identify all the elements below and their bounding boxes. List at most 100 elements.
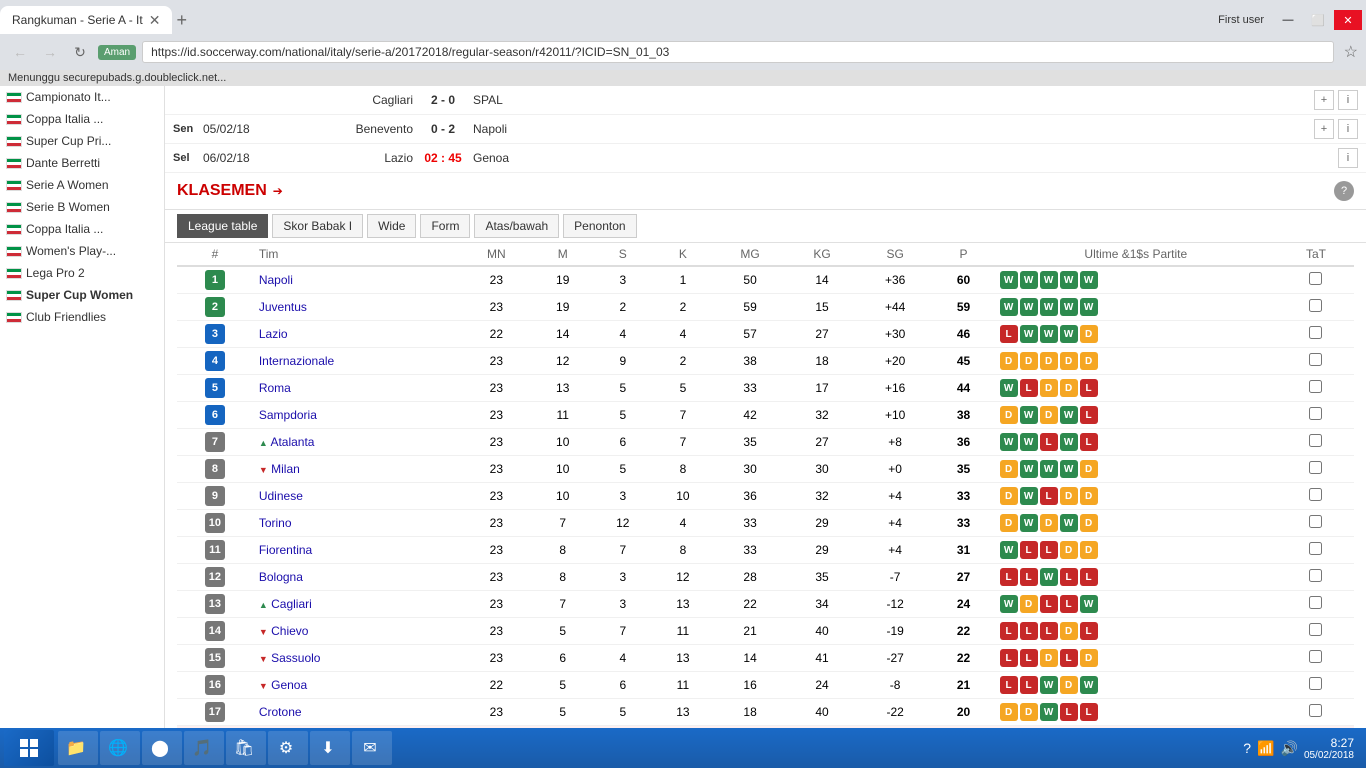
table-row[interactable]: 9 Udinese 23 10 3 10 36 32 +4 33 DWLDD [177,483,1354,510]
restore-button[interactable]: ⬜ [1304,10,1332,30]
table-row[interactable]: 17 Crotone 23 5 5 13 18 40 -22 20 DDWLL [177,699,1354,726]
browser-tab[interactable]: Rangkuman - Serie A - It ✕ [0,6,172,34]
tat-checkbox[interactable] [1309,434,1322,447]
klasemen-arrow-icon: ➔ [273,184,283,198]
match-actions: + i [1314,119,1358,139]
taskbar-item-file-explorer[interactable]: 📁 [58,731,98,765]
taskbar-item-settings[interactable]: ⚙ [268,731,308,765]
tab-close-icon[interactable]: ✕ [149,12,161,29]
sidebar-item-super-cup-women[interactable]: Super Cup Women [0,284,164,306]
table-row[interactable]: 3 Lazio 22 14 4 4 57 27 +30 46 LWWWD [177,321,1354,348]
tab-penonton[interactable]: Penonton [563,214,636,238]
tat-checkbox[interactable] [1309,677,1322,690]
tat-checkbox[interactable] [1309,461,1322,474]
team-link[interactable]: Sampdoria [259,408,317,422]
sidebar-item-womens-play[interactable]: Women's Play-... [0,240,164,262]
team-link[interactable]: Juventus [259,300,307,314]
table-row[interactable]: 1 Napoli 23 19 3 1 50 14 +36 60 WWWWW [177,266,1354,294]
table-row[interactable]: 8 ▼ Milan 23 10 5 8 30 30 +0 35 DWWWD [177,456,1354,483]
add-match-button[interactable]: + [1314,119,1334,139]
team-link[interactable]: Crotone [259,705,302,719]
taskbar-item-store[interactable]: 🛍 [226,731,266,765]
table-row[interactable]: 16 ▼ Genoa 22 5 6 11 16 24 -8 21 LLWDW [177,672,1354,699]
p-cell: 44 [933,375,993,402]
sidebar-item-coppa2[interactable]: Coppa Italia ... [0,218,164,240]
sidebar-item-serie-b-women[interactable]: Serie B Women [0,196,164,218]
sidebar-item-lega-pro[interactable]: Lega Pro 2 [0,262,164,284]
taskbar-item-torrent[interactable]: ⬇ [310,731,350,765]
team-link[interactable]: Chievo [271,624,308,638]
tat-checkbox[interactable] [1309,569,1322,582]
table-row[interactable]: 6 Sampdoria 23 11 5 7 42 32 +10 38 DWDWL [177,402,1354,429]
team-link[interactable]: Cagliari [271,597,312,611]
close-button[interactable]: ✕ [1334,10,1362,30]
tab-atas-bawah[interactable]: Atas/bawah [474,214,559,238]
minimize-button[interactable]: — [1274,10,1302,30]
table-row[interactable]: 7 ▲ Atalanta 23 10 6 7 35 27 +8 36 WWLWL [177,429,1354,456]
tat-checkbox[interactable] [1309,488,1322,501]
sg-cell: +4 [857,537,934,564]
s-cell: 5 [593,375,653,402]
table-row[interactable]: 2 Juventus 23 19 2 2 59 15 +44 59 WWWWW [177,294,1354,321]
table-row[interactable]: 14 ▼ Chievo 23 5 7 11 21 40 -19 22 LLLDL [177,618,1354,645]
team-link[interactable]: Fiorentina [259,543,312,557]
sidebar-item-supercup-pri[interactable]: Super Cup Pri... [0,130,164,152]
team-link[interactable]: Udinese [259,489,303,503]
table-row[interactable]: 12 Bologna 23 8 3 12 28 35 -7 27 LLWLL [177,564,1354,591]
forward-button[interactable]: → [38,40,62,64]
help-button[interactable]: ? [1334,181,1354,201]
info-match-button[interactable]: i [1338,90,1358,110]
tab-wide[interactable]: Wide [367,214,416,238]
sidebar-item-club-friendlies[interactable]: Club Friendlies [0,306,164,328]
new-tab-icon[interactable]: + [176,10,187,31]
team-link[interactable]: Atalanta [270,435,314,449]
tat-checkbox[interactable] [1309,299,1322,312]
taskbar-item-ie[interactable]: 🌐 [100,731,140,765]
table-row[interactable]: 5 Roma 23 13 5 5 33 17 +16 44 WLDDL [177,375,1354,402]
start-button[interactable] [4,730,54,766]
tat-checkbox[interactable] [1309,326,1322,339]
team-link[interactable]: Napoli [259,273,293,287]
team-link[interactable]: Milan [271,462,300,476]
tat-checkbox[interactable] [1309,353,1322,366]
tat-checkbox[interactable] [1309,623,1322,636]
tat-checkbox[interactable] [1309,542,1322,555]
tab-league-table[interactable]: League table [177,214,268,238]
team-link[interactable]: Torino [259,516,292,530]
tab-form[interactable]: Form [420,214,470,238]
team-link[interactable]: Genoa [271,678,307,692]
sidebar-item-campionato[interactable]: Campionato It... [0,86,164,108]
table-row[interactable]: 13 ▲ Cagliari 23 7 3 13 22 34 -12 24 WDL… [177,591,1354,618]
taskbar-item-chrome[interactable]: ⬤ [142,731,182,765]
tat-checkbox[interactable] [1309,272,1322,285]
team-link[interactable]: Sassuolo [271,651,320,665]
tat-checkbox[interactable] [1309,650,1322,663]
table-row[interactable]: 11 Fiorentina 23 8 7 8 33 29 +4 31 WLLDD [177,537,1354,564]
team-link[interactable]: Bologna [259,570,303,584]
table-row[interactable]: 15 ▼ Sassuolo 23 6 4 13 14 41 -27 22 LLD… [177,645,1354,672]
tat-checkbox[interactable] [1309,704,1322,717]
taskbar-item-media[interactable]: 🎵 [184,731,224,765]
tat-checkbox[interactable] [1309,380,1322,393]
table-row[interactable]: 10 Torino 23 7 12 4 33 29 +4 33 DWDWD [177,510,1354,537]
info-match-button[interactable]: i [1338,148,1358,168]
tab-skor-babak[interactable]: Skor Babak I [272,214,363,238]
sidebar-item-serie-a-women[interactable]: Serie A Women [0,174,164,196]
info-match-button[interactable]: i [1338,119,1358,139]
back-button[interactable]: ← [8,40,32,64]
team-link[interactable]: Internazionale [259,354,334,368]
tat-checkbox[interactable] [1309,596,1322,609]
sidebar-item-dante[interactable]: Dante Berretti [0,152,164,174]
tat-checkbox[interactable] [1309,515,1322,528]
table-row[interactable]: 4 Internazionale 23 12 9 2 38 18 +20 45 … [177,348,1354,375]
add-match-button[interactable]: + [1314,90,1334,110]
klasemen-header: KLASEMEN ➔ ? [165,173,1366,210]
refresh-button[interactable]: ↻ [68,40,92,64]
team-link[interactable]: Roma [259,381,291,395]
bookmark-icon[interactable]: ☆ [1344,42,1358,62]
team-link[interactable]: Lazio [259,327,288,341]
tat-checkbox[interactable] [1309,407,1322,420]
taskbar-item-mail[interactable]: ✉ [352,731,392,765]
url-input[interactable] [142,41,1334,63]
sidebar-item-coppa1[interactable]: Coppa Italia ... [0,108,164,130]
